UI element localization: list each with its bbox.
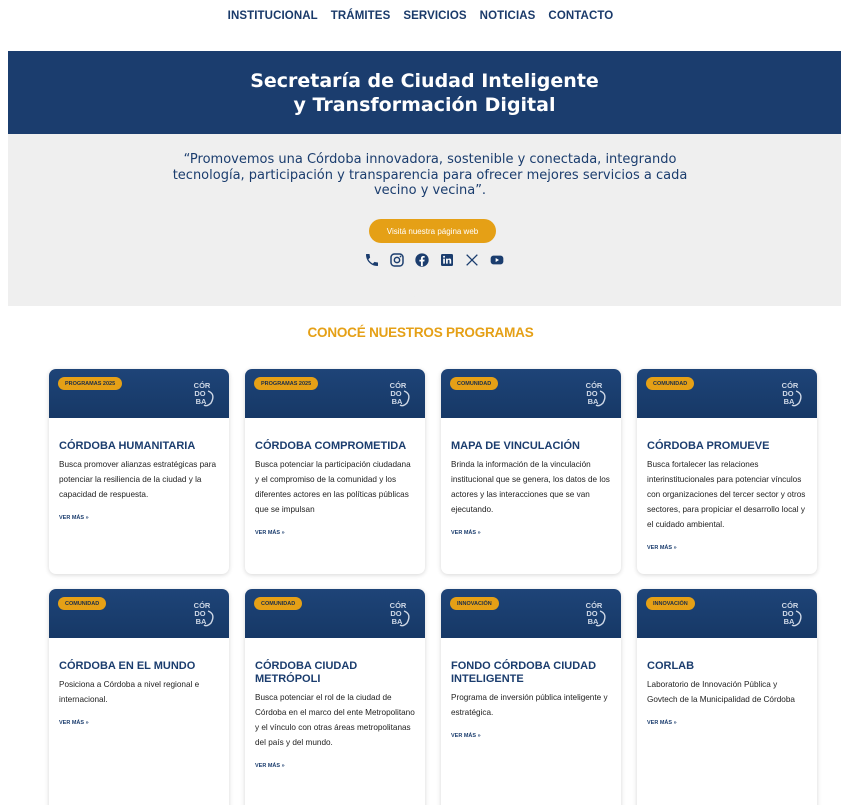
section-divider-curve bbox=[8, 292, 841, 306]
card-header: COMUNIDAD CÓR DO BA bbox=[441, 369, 621, 418]
card-header: COMUNIDAD CÓR DO BA bbox=[637, 369, 817, 418]
page-title: Secretaría de Ciudad Inteligente y Trans… bbox=[250, 69, 599, 117]
cordoba-logo-icon: CÓRDOBA bbox=[586, 381, 606, 407]
nav-institucional[interactable]: INSTITUCIONAL bbox=[228, 10, 318, 22]
category-badge: COMUNIDAD bbox=[254, 597, 303, 610]
program-card: PROGRAMAS 2025 CÓR DO BA CÓRDOBA COMPROMET… bbox=[245, 369, 425, 574]
program-card: INNOVACIÓN CÓR DO BA FONDO CÓRDOBA CIUDAD … bbox=[441, 589, 621, 805]
category-badge: COMUNIDAD bbox=[450, 377, 499, 390]
program-card: COMUNIDAD CÓR DO BA CÓRDOBA PROMUEVE Busca… bbox=[637, 369, 817, 574]
ver-mas-link[interactable]: VER MÁS » bbox=[255, 530, 285, 536]
x-icon[interactable] bbox=[463, 251, 480, 268]
svg-text:BA: BA bbox=[784, 397, 795, 406]
program-card: COMUNIDAD CÓR DO BA MAPA DE VINCULACIÓN Br… bbox=[441, 369, 621, 574]
program-card: COMUNIDAD CÓR DO BA CÓRDOBA CIUDAD METRÓPO… bbox=[245, 589, 425, 805]
ver-mas-link[interactable]: VER MÁS » bbox=[255, 763, 285, 769]
page-title-line2: y Transformación Digital bbox=[293, 93, 556, 116]
phone-icon[interactable] bbox=[363, 251, 380, 268]
instagram-icon[interactable] bbox=[388, 251, 405, 268]
card-header: INNOVACIÓN CÓR DO BA bbox=[441, 589, 621, 638]
card-description: Laboratorio de Innovación Pública y Govt… bbox=[647, 680, 795, 704]
card-description: Busca promover alianzas estratégicas par… bbox=[59, 460, 217, 499]
nav-tramites[interactable]: TRÁMITES bbox=[331, 10, 391, 22]
social-links bbox=[363, 251, 505, 268]
cordoba-logo-icon: CÓRDOBA bbox=[390, 601, 410, 627]
svg-text:BA: BA bbox=[784, 617, 795, 626]
category-badge: COMUNIDAD bbox=[58, 597, 107, 610]
card-description: Programa de inversión pública inteligent… bbox=[451, 693, 608, 717]
svg-text:BA: BA bbox=[588, 617, 599, 626]
nav-contacto[interactable]: CONTACTO bbox=[548, 10, 613, 22]
card-header: COMUNIDAD CÓR DO BA bbox=[245, 589, 425, 638]
card-description: Busca potenciar la participación ciudada… bbox=[255, 460, 411, 514]
card-header: PROGRAMAS 2025 CÓR DO BA bbox=[49, 369, 229, 418]
visit-website-button[interactable]: Visitá nuestra página web bbox=[369, 219, 496, 243]
card-header: PROGRAMAS 2025 CÓR DO BA bbox=[245, 369, 425, 418]
card-title: CÓRDOBA EN EL MUNDO bbox=[59, 660, 196, 672]
svg-text:BA: BA bbox=[196, 617, 207, 626]
ver-mas-link[interactable]: VER MÁS » bbox=[451, 530, 481, 536]
category-badge: INNOVACIÓN bbox=[646, 597, 695, 610]
ver-mas-link[interactable]: VER MÁS » bbox=[647, 545, 677, 551]
card-title: MAPA DE VINCULACIÓN bbox=[451, 440, 580, 452]
svg-text:BA: BA bbox=[588, 397, 599, 406]
linkedin-icon[interactable] bbox=[438, 251, 455, 268]
card-title: CÓRDOBA COMPROMETIDA bbox=[255, 440, 407, 452]
card-description: Busca potenciar el rol de la ciudad de C… bbox=[255, 693, 415, 747]
ver-mas-link[interactable]: VER MÁS » bbox=[451, 733, 481, 739]
card-header: COMUNIDAD CÓR DO BA bbox=[49, 589, 229, 638]
facebook-icon[interactable] bbox=[413, 251, 430, 268]
programs-section-title: CONOCÉ NUESTROS PROGRAMAS bbox=[307, 325, 534, 340]
program-card: COMUNIDAD CÓR DO BA CÓRDOBA EN EL MUNDO Po… bbox=[49, 589, 229, 805]
card-title: FONDO CÓRDOBA CIUDAD INTELIGENTE bbox=[451, 660, 597, 685]
svg-text:BA: BA bbox=[392, 397, 403, 406]
ver-mas-link[interactable]: VER MÁS » bbox=[647, 720, 677, 726]
cordoba-logo-icon: CÓRDOBA bbox=[194, 601, 214, 627]
card-title: CÓRDOBA CIUDAD METRÓPOLI bbox=[255, 660, 358, 685]
cordoba-logo-icon: CÓRDOBA bbox=[586, 601, 606, 627]
cordoba-logo-icon: CÓRDOBA bbox=[782, 601, 802, 627]
page-title-line1: Secretaría de Ciudad Inteligente bbox=[250, 69, 599, 92]
category-badge: PROGRAMAS 2025 bbox=[58, 377, 123, 390]
svg-text:BA: BA bbox=[196, 397, 207, 406]
nav-noticias[interactable]: NOTICIAS bbox=[480, 10, 536, 22]
nav-servicios[interactable]: SERVICIOS bbox=[403, 10, 466, 22]
cordoba-logo-icon: CÓRDOBA bbox=[390, 381, 410, 407]
card-description: Brinda la información de la vinculación … bbox=[451, 460, 610, 514]
card-description: Posiciona a Córdoba a nivel regional e i… bbox=[59, 680, 200, 704]
program-card: PROGRAMAS 2025 CÓR DO BA CÓRDOBA HUMANITAR… bbox=[49, 369, 229, 574]
program-card: INNOVACIÓN CÓR DO BA CORLAB Laboratorio de… bbox=[637, 589, 817, 805]
card-title: CORLAB bbox=[647, 660, 695, 672]
cordoba-logo-icon: CÓRDOBA bbox=[782, 381, 802, 407]
ver-mas-link[interactable]: VER MÁS » bbox=[59, 515, 89, 521]
youtube-icon[interactable] bbox=[488, 251, 505, 268]
cordoba-logo-icon: CÓRDOBA bbox=[194, 381, 214, 407]
card-description: Busca fortalecer las relaciones interins… bbox=[647, 460, 806, 529]
category-badge: INNOVACIÓN bbox=[450, 597, 499, 610]
category-badge: PROGRAMAS 2025 bbox=[254, 377, 319, 390]
hero-banner: Secretaría de Ciudad Inteligente y Trans… bbox=[8, 51, 841, 134]
card-title: CÓRDOBA PROMUEVE bbox=[647, 440, 770, 452]
card-title: CÓRDOBA HUMANITARIA bbox=[59, 440, 196, 452]
ver-mas-link[interactable]: VER MÁS » bbox=[59, 720, 89, 726]
svg-text:BA: BA bbox=[392, 617, 403, 626]
category-badge: COMUNIDAD bbox=[646, 377, 695, 390]
top-navigation: INSTITUCIONAL TRÁMITES SERVICIOS NOTICIA… bbox=[0, 0, 841, 32]
mission-quote: “Promovemos una Córdoba innovadora, sost… bbox=[172, 152, 688, 198]
card-header: INNOVACIÓN CÓR DO BA bbox=[637, 589, 817, 638]
